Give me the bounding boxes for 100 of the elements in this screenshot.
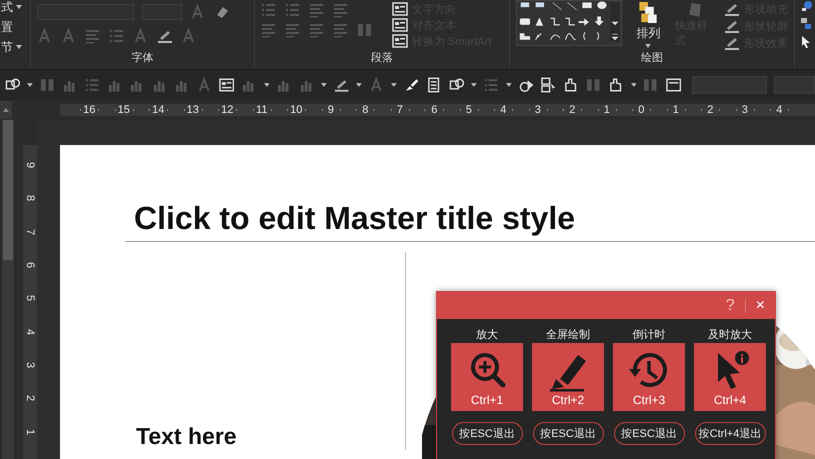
list-icon[interactable] [484, 77, 500, 93]
ruler-number: 13 [184, 104, 201, 116]
pen-underline-icon [724, 18, 740, 34]
tool-label: 及时放大 [708, 328, 752, 343]
exit-button[interactable]: 按Ctrl+4退出 [694, 422, 766, 445]
letter-icon[interactable] [368, 77, 384, 93]
pen-underline-icon[interactable] [157, 28, 173, 44]
letter-icon[interactable] [133, 28, 149, 44]
list-icon[interactable] [261, 2, 277, 18]
ruler-number: 4 [498, 104, 508, 116]
ruler-number: 1 [24, 428, 36, 435]
ruler-number: 3 [740, 104, 750, 116]
ruler-number: 6 [24, 262, 36, 268]
toolbar-field[interactable] [692, 76, 767, 94]
letter-icon[interactable] [61, 28, 77, 44]
ruler-number: 1 [670, 104, 681, 116]
caret-icon[interactable] [264, 83, 270, 87]
body-text[interactable]: Text here [136, 423, 237, 450]
letter-icon[interactable] [37, 28, 53, 44]
letter-icon[interactable] [190, 4, 206, 20]
eraser-icon[interactable] [214, 4, 230, 20]
caret-icon[interactable] [470, 83, 477, 87]
ribbon-command[interactable]: 节 [1, 38, 13, 56]
ruler-number: 9 [326, 104, 336, 116]
ribbon-command[interactable]: 式 [1, 0, 13, 16]
caret-icon[interactable] [27, 83, 34, 87]
textbox-icon[interactable] [392, 17, 408, 33]
caret-icon[interactable] [391, 83, 397, 87]
group-label: 段落 [370, 51, 394, 66]
ruler-number: 2 [567, 104, 578, 116]
document-icon[interactable] [426, 77, 442, 93]
arrange-button[interactable]: 排列 [636, 25, 660, 42]
scrollbar-thumb[interactable] [3, 120, 13, 260]
ruler-number: 15 [116, 104, 132, 116]
textbox-icon[interactable] [392, 33, 408, 49]
tool-button[interactable]: Ctrl+1 [451, 343, 523, 411]
caret-icon[interactable] [506, 83, 512, 87]
tool-button[interactable]: Ctrl+3 [613, 343, 685, 411]
ruler-number: 10 [288, 104, 304, 116]
align-icon[interactable] [309, 22, 325, 38]
exit-button[interactable]: 按ESC退出 [532, 422, 604, 445]
ruler-number: 5 [464, 104, 474, 116]
align-icon[interactable] [333, 2, 349, 18]
ruler-number: 5 [24, 295, 36, 302]
align-icon[interactable] [85, 28, 101, 44]
replace-icon[interactable] [801, 18, 813, 30]
tool-button[interactable]: Ctrl+4 [694, 343, 766, 411]
caret-icon[interactable] [16, 5, 22, 9]
brush-icon[interactable] [404, 77, 420, 93]
textbox-icon[interactable] [392, 1, 408, 17]
group-label: 字体 [130, 50, 154, 66]
letter-icon[interactable] [181, 28, 197, 44]
columns-icon[interactable] [357, 22, 373, 38]
ruler-number: 3 [532, 104, 543, 116]
tool-label: 全屏绘制 [546, 328, 590, 343]
list-icon[interactable] [84, 77, 100, 93]
ruler-number: 3 [24, 362, 36, 368]
exit-button[interactable]: 按ESC退出 [452, 422, 522, 445]
tool-button[interactable]: Ctrl+2 [532, 343, 604, 411]
caret-icon[interactable] [16, 45, 22, 49]
group-label: 绘图 [640, 51, 664, 66]
select-icon[interactable] [801, 36, 811, 48]
ruler-number: 12 [219, 104, 236, 116]
toolbar-field[interactable] [774, 76, 815, 94]
scroll-up-icon[interactable] [0, 101, 12, 119]
ruler-number: 7 [394, 104, 405, 116]
slide-title[interactable]: Click to edit Master title style [125, 200, 815, 242]
tool-label: 放大 [476, 328, 498, 343]
ruler-number: 0 [636, 104, 646, 116]
caret-icon[interactable] [645, 44, 652, 48]
list-icon[interactable] [109, 28, 125, 44]
caret-icon[interactable] [320, 83, 327, 87]
ruler-number: 7 [24, 228, 36, 235]
align-icon[interactable] [261, 22, 277, 38]
screen-icon[interactable] [666, 77, 681, 93]
textbox-icon[interactable] [218, 77, 234, 93]
ruler-number: 4 [24, 328, 36, 335]
pointer-icon[interactable] [541, 77, 556, 93]
ruler-number: 16 [81, 104, 98, 116]
ribbon-command[interactable]: 置 [1, 18, 13, 36]
ruler-number: 14 [150, 104, 166, 116]
ruler-number: 6 [429, 104, 440, 116]
ruler-number: 8 [24, 195, 36, 202]
columns-icon[interactable] [586, 77, 602, 93]
find-icon[interactable] [801, 0, 813, 12]
letter-icon[interactable] [196, 77, 212, 93]
columns-icon[interactable] [643, 77, 659, 93]
shape-gallery[interactable] [516, 0, 622, 46]
ruler-number: 2 [705, 104, 716, 116]
align-icon[interactable] [309, 2, 325, 18]
align-icon[interactable] [285, 22, 301, 38]
close-button[interactable]: × [752, 296, 769, 316]
ruler-number: 2 [24, 395, 36, 402]
exit-button[interactable]: 按ESC退出 [614, 422, 684, 445]
align-icon[interactable] [333, 22, 349, 38]
columns-icon[interactable] [40, 77, 56, 93]
list-icon[interactable] [285, 2, 301, 18]
tool-label: 倒计时 [632, 328, 666, 343]
caret-icon[interactable] [356, 83, 362, 87]
caret-icon[interactable] [630, 83, 636, 87]
